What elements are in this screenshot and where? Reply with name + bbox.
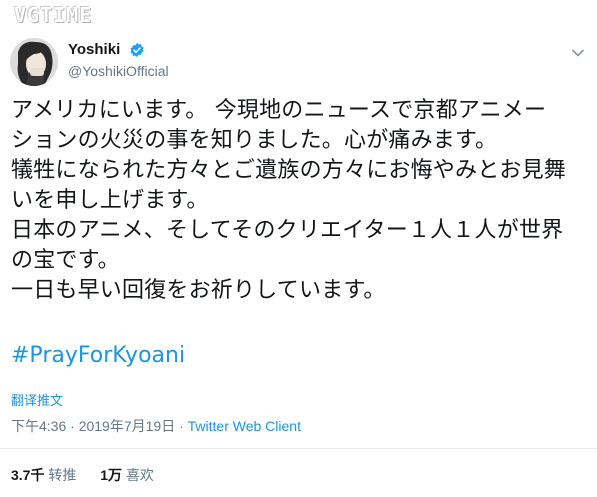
tweet-line: いを申し上げます。: [11, 188, 209, 213]
tweet-meta: 下午4:36 · 2019年7月19日 · Twitter Web Client: [11, 416, 301, 436]
likes-label: 喜欢: [125, 467, 154, 483]
retweets-stat[interactable]: 3.7千 转推: [11, 465, 76, 485]
likes-stat[interactable]: 1万 喜欢: [100, 465, 154, 485]
tweet-line: 一日も早い回復をお祈りしています。: [11, 278, 386, 303]
display-name[interactable]: Yoshiki: [68, 41, 120, 58]
retweets-count: 3.7千: [11, 467, 45, 483]
client-link[interactable]: Twitter Web Client: [188, 418, 301, 434]
avatar[interactable]: [10, 38, 58, 86]
divider: [0, 448, 597, 449]
tweet-header: Yoshiki @YoshikiOfficial: [10, 38, 587, 88]
tweet-timestamp[interactable]: 下午4:36 · 2019年7月19日 ·: [11, 418, 188, 434]
tweet-card: VGTIME Yoshiki @YoshikiOfficial アメリカにいます…: [0, 0, 597, 497]
hashtag-link[interactable]: #PrayForKyoani: [11, 341, 185, 371]
watermark-logo: VGTIME: [14, 3, 93, 27]
tweet-text: アメリカにいます。 今現地のニュースで京都アニメー ションの火災の事を知りました…: [11, 96, 587, 306]
chevron-down-icon[interactable]: [569, 44, 587, 62]
likes-count: 1万: [100, 467, 123, 483]
tweet-line: 犠牲になられた方々とご遺族の方々にお悔やみとお見舞: [11, 158, 567, 183]
tweet-line: の宝です。: [11, 248, 120, 273]
tweet-stats: 3.7千 转推 1万 喜欢: [11, 465, 174, 485]
retweets-label: 转推: [48, 467, 77, 483]
tweet-line: 日本のアニメ、そしてそのクリエイター１人１人が世界: [11, 218, 564, 243]
tweet-line: アメリカにいます。 今現地のニュースで京都アニメー: [11, 98, 547, 123]
user-handle[interactable]: @YoshikiOfficial: [68, 63, 169, 79]
user-info: Yoshiki @YoshikiOfficial: [68, 41, 169, 79]
tweet-line: ションの火災の事を知りました。心が痛みます。: [11, 128, 498, 153]
verified-badge-icon: [129, 42, 145, 58]
translate-tweet-link[interactable]: 翻译推文: [11, 390, 63, 409]
avatar-image: [10, 38, 58, 86]
